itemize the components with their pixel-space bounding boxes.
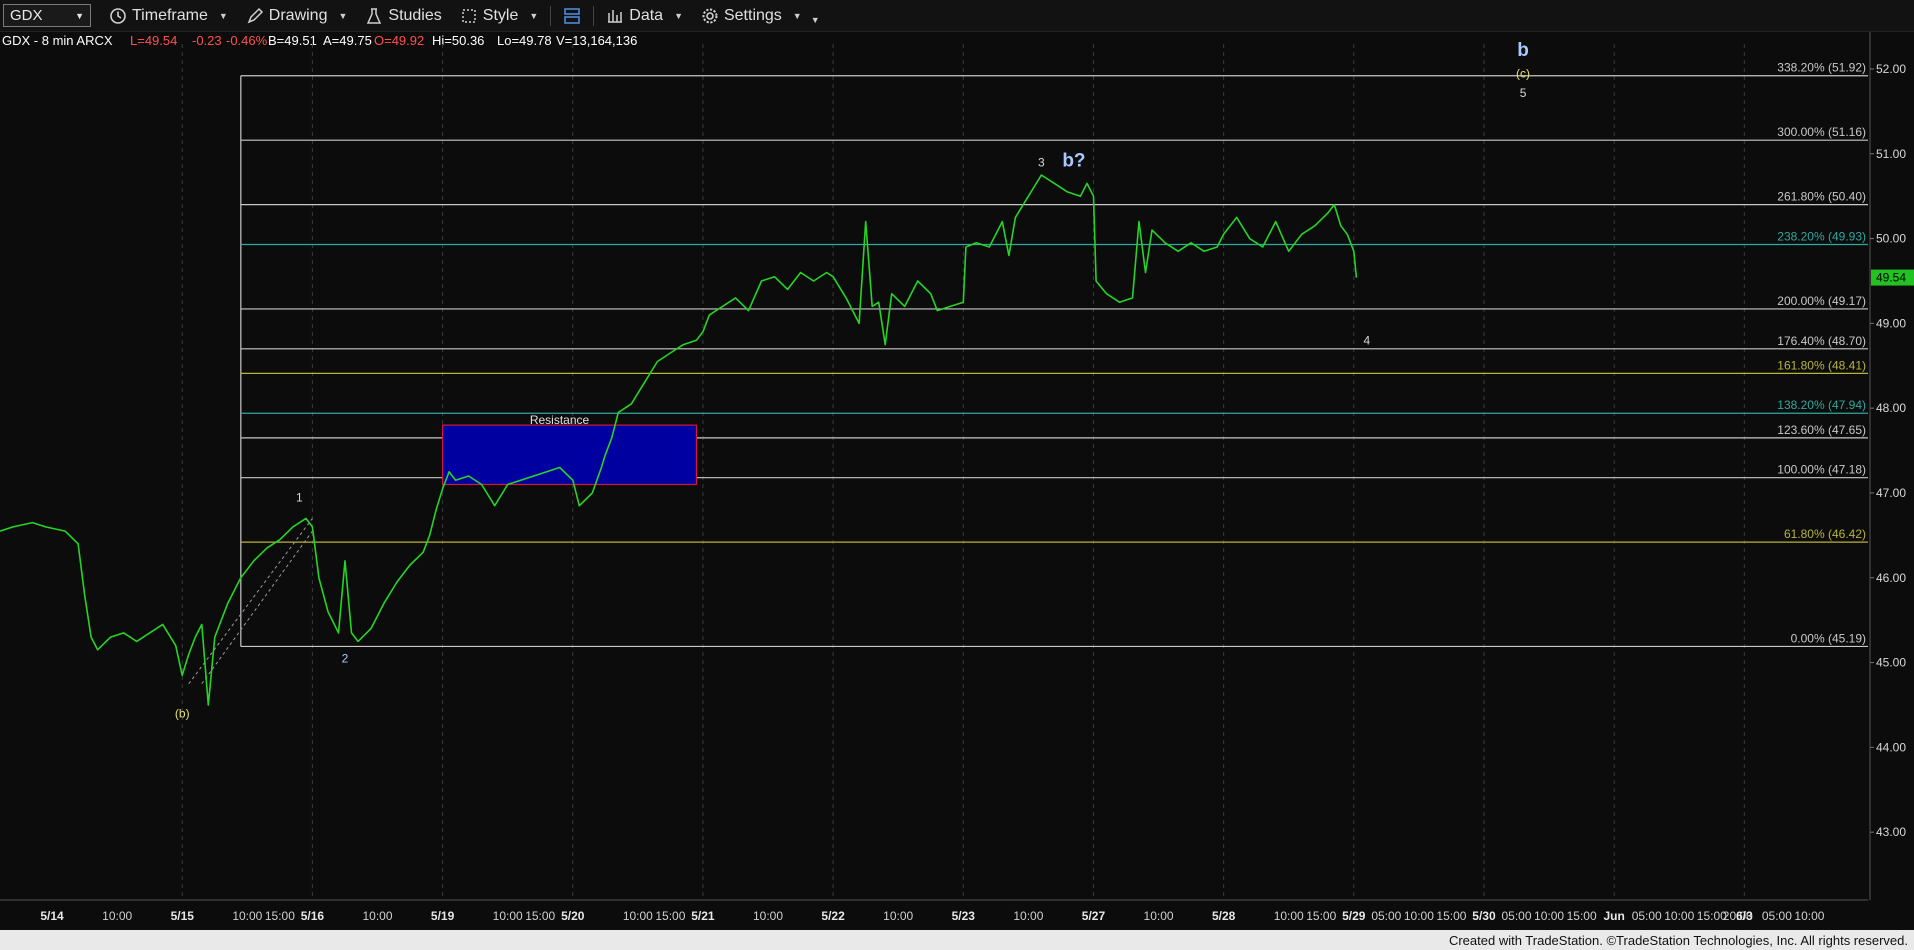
x-tick-label: 10:00: [1013, 909, 1043, 923]
wave-label: 5: [1520, 86, 1527, 100]
x-tick-label: 5/29: [1342, 909, 1366, 923]
x-tick-label: 15:00: [1306, 909, 1336, 923]
y-tick-label: 45.00: [1876, 656, 1906, 670]
resistance-zone: [441, 424, 698, 486]
x-tick-label: 05:00: [1502, 909, 1532, 923]
trend-line: [201, 530, 313, 685]
x-tick-label: 5/21: [691, 909, 715, 923]
x-tick-label: 10:00: [1274, 909, 1304, 923]
x-tick-label: Jun: [1603, 909, 1624, 923]
x-tick-label: 05:00: [1371, 909, 1401, 923]
x-tick-label: 5/30: [1472, 909, 1496, 923]
fib-level-label: 338.20% (51.92): [1777, 61, 1866, 75]
x-tick-label: 05:00: [1632, 909, 1662, 923]
y-tick-label: 47.00: [1876, 486, 1906, 500]
wave-label: b?: [1062, 150, 1085, 171]
high-readout: Hi=50.36: [432, 33, 484, 48]
fib-level-label: 0.00% (45.19): [1791, 631, 1866, 645]
wave-label: b: [1517, 40, 1529, 61]
fib-level-label: 161.80% (48.41): [1777, 358, 1866, 372]
y-tick-label: 43.00: [1876, 825, 1906, 839]
x-tick-label: 5/14: [40, 909, 64, 923]
x-tick-label: 5/28: [1212, 909, 1236, 923]
fib-level-label: 300.00% (51.16): [1777, 125, 1866, 139]
last-price-label: 49.54: [1876, 271, 1906, 285]
wave-label: (c): [1516, 66, 1530, 80]
wave-label: 4: [1363, 334, 1370, 348]
wave-label: 3: [1038, 155, 1045, 169]
symbol-description: GDX - 8 min ARCX: [2, 33, 113, 48]
x-tick-label: 10:00: [623, 909, 653, 923]
x-tick-label: 5/15: [171, 909, 195, 923]
fib-level-label: 176.40% (48.70): [1777, 334, 1866, 348]
price-chart[interactable]: GDX - 8 min ARCX L=49.54 -0.23 -0.46% B=…: [0, 0, 1914, 950]
x-tick-label: 5/16: [301, 909, 325, 923]
trend-line: [188, 518, 313, 685]
fib-level-label: 200.00% (49.17): [1777, 294, 1866, 308]
change-readout: -0.23: [192, 33, 222, 48]
open-readout: O=49.92: [374, 33, 424, 48]
x-tick-label: 10:00: [362, 909, 392, 923]
x-tick-label: 05:00: [1762, 909, 1792, 923]
last-price-readout: L=49.54: [130, 33, 177, 48]
x-tick-label: 10:00: [753, 909, 783, 923]
x-tick-label: 5/22: [821, 909, 845, 923]
fib-level-label: 238.20% (49.93): [1777, 229, 1866, 243]
x-tick-label: 10:00: [883, 909, 913, 923]
y-tick-label: 52.00: [1876, 62, 1906, 76]
ask-readout: A=49.75: [323, 33, 372, 48]
y-tick-label: 44.00: [1876, 740, 1906, 754]
fib-level-label: 61.80% (46.42): [1784, 527, 1866, 541]
y-tick-label: 49.00: [1876, 316, 1906, 330]
x-tick-label: 15:00: [655, 909, 685, 923]
low-readout: Lo=49.78: [497, 33, 552, 48]
change-percent-readout: -0.46%: [226, 33, 268, 48]
y-tick-label: 48.00: [1876, 401, 1906, 415]
volume-readout: V=13,164,136: [556, 33, 637, 48]
info-bar: GDX - 8 min ARCX L=49.54 -0.23 -0.46% B=…: [2, 33, 637, 48]
x-tick-label: 10:00: [1404, 909, 1434, 923]
x-tick-label: 15:00: [525, 909, 555, 923]
fib-level-label: 138.20% (47.94): [1777, 398, 1866, 412]
x-tick-label: 6/3: [1736, 909, 1753, 923]
x-tick-label: 10:00: [493, 909, 523, 923]
wave-label: 1: [296, 490, 303, 504]
fib-level-label: 261.80% (50.40): [1777, 190, 1866, 204]
fib-level-label: 100.00% (47.18): [1777, 463, 1866, 477]
y-tick-label: 50.00: [1876, 232, 1906, 246]
x-tick-label: 10:00: [1534, 909, 1564, 923]
plot-area[interactable]: 338.20% (51.92) 300.00% (51.16) 261.80% (5…: [0, 40, 1868, 900]
x-tick-label: 5/20: [561, 909, 585, 923]
x-tick-label: 10:00: [102, 909, 132, 923]
wave-label: 2: [342, 652, 349, 666]
y-tick-label: 51.00: [1876, 147, 1906, 161]
x-tick-label: 10:00: [1794, 909, 1824, 923]
x-tick-label: 15:00: [1567, 909, 1597, 923]
resistance-label: Resistance: [530, 413, 590, 427]
x-tick-label: 10:00: [232, 909, 262, 923]
x-tick-label: 5/27: [1082, 909, 1106, 923]
x-tick-label: 15:00: [265, 909, 295, 923]
x-tick-label: 5/19: [431, 909, 455, 923]
x-tick-label: 10:00: [1664, 909, 1694, 923]
x-tick-label: 15:00: [1436, 909, 1466, 923]
bid-readout: B=49.51: [268, 33, 317, 48]
x-tick-label: 10:00: [1144, 909, 1174, 923]
fib-level-label: 123.60% (47.65): [1777, 423, 1866, 437]
x-tick-label: 5/23: [952, 909, 976, 923]
y-tick-label: 46.00: [1876, 571, 1906, 585]
copyright-text: Created with TradeStation. ©TradeStation…: [1448, 933, 1908, 948]
wave-label: (b): [175, 707, 190, 721]
